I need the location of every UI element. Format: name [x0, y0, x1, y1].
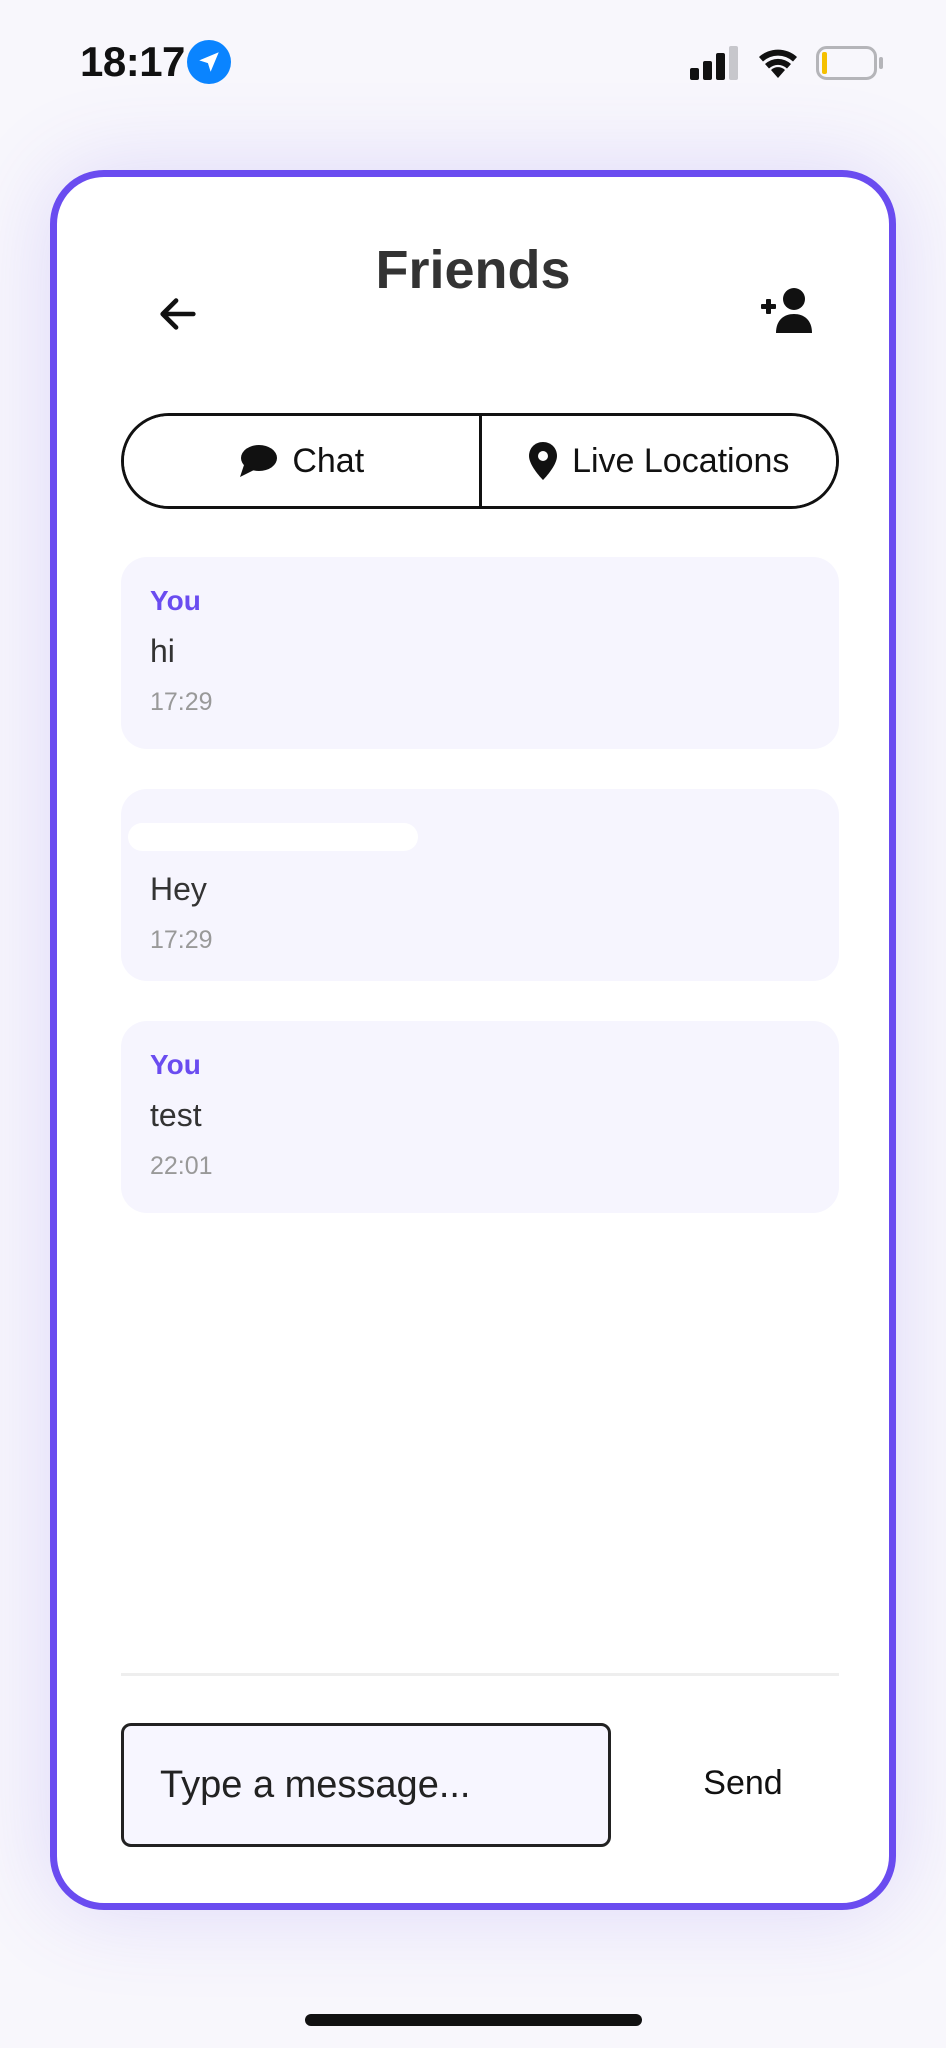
- user-plus-icon: [761, 288, 812, 333]
- message-text: hi: [150, 633, 175, 669]
- message-sender: You: [150, 585, 201, 616]
- message-time: 17:29: [150, 688, 213, 716]
- message-item: Hey 17:29: [121, 789, 839, 981]
- message-text: test: [150, 1097, 202, 1133]
- home-indicator[interactable]: [305, 2014, 642, 2026]
- tab-chat[interactable]: Chat: [124, 416, 479, 506]
- message-sender: [128, 823, 810, 857]
- tab-chat-label: Chat: [292, 441, 365, 480]
- location-arrow-icon: [187, 40, 231, 84]
- tab-live-locations-label: Live Locations: [572, 441, 790, 480]
- cellular-signal-icon: [690, 46, 738, 80]
- app-screen: 18:17 Friends Chat Live Locations You hi…: [0, 0, 946, 2048]
- friends-card: Friends Chat Live Locations You hi 17:29…: [50, 170, 896, 1910]
- status-time: 18:17: [80, 38, 185, 85]
- composer-divider: [121, 1673, 839, 1676]
- wifi-icon: [759, 49, 797, 78]
- battery-low-icon: [816, 46, 883, 80]
- message-item: You test 22:01: [121, 1021, 839, 1213]
- message-list: You hi 17:29 Hey 17:29 You test 22:01: [121, 557, 839, 1253]
- send-button[interactable]: Send: [683, 1751, 803, 1815]
- chat-bubble-icon: [240, 445, 278, 477]
- add-friend-button[interactable]: [751, 273, 825, 347]
- message-time: 22:01: [150, 1152, 213, 1180]
- message-item: You hi 17:29: [121, 557, 839, 749]
- message-text: Hey: [150, 871, 207, 907]
- message-input[interactable]: [121, 1723, 611, 1847]
- redacted-sender-name: [128, 823, 418, 851]
- message-sender: You: [150, 1049, 201, 1080]
- message-time: 17:29: [150, 926, 213, 954]
- map-pin-icon: [529, 442, 558, 480]
- tab-live-locations[interactable]: Live Locations: [478, 416, 836, 506]
- view-tabs: Chat Live Locations: [121, 413, 839, 509]
